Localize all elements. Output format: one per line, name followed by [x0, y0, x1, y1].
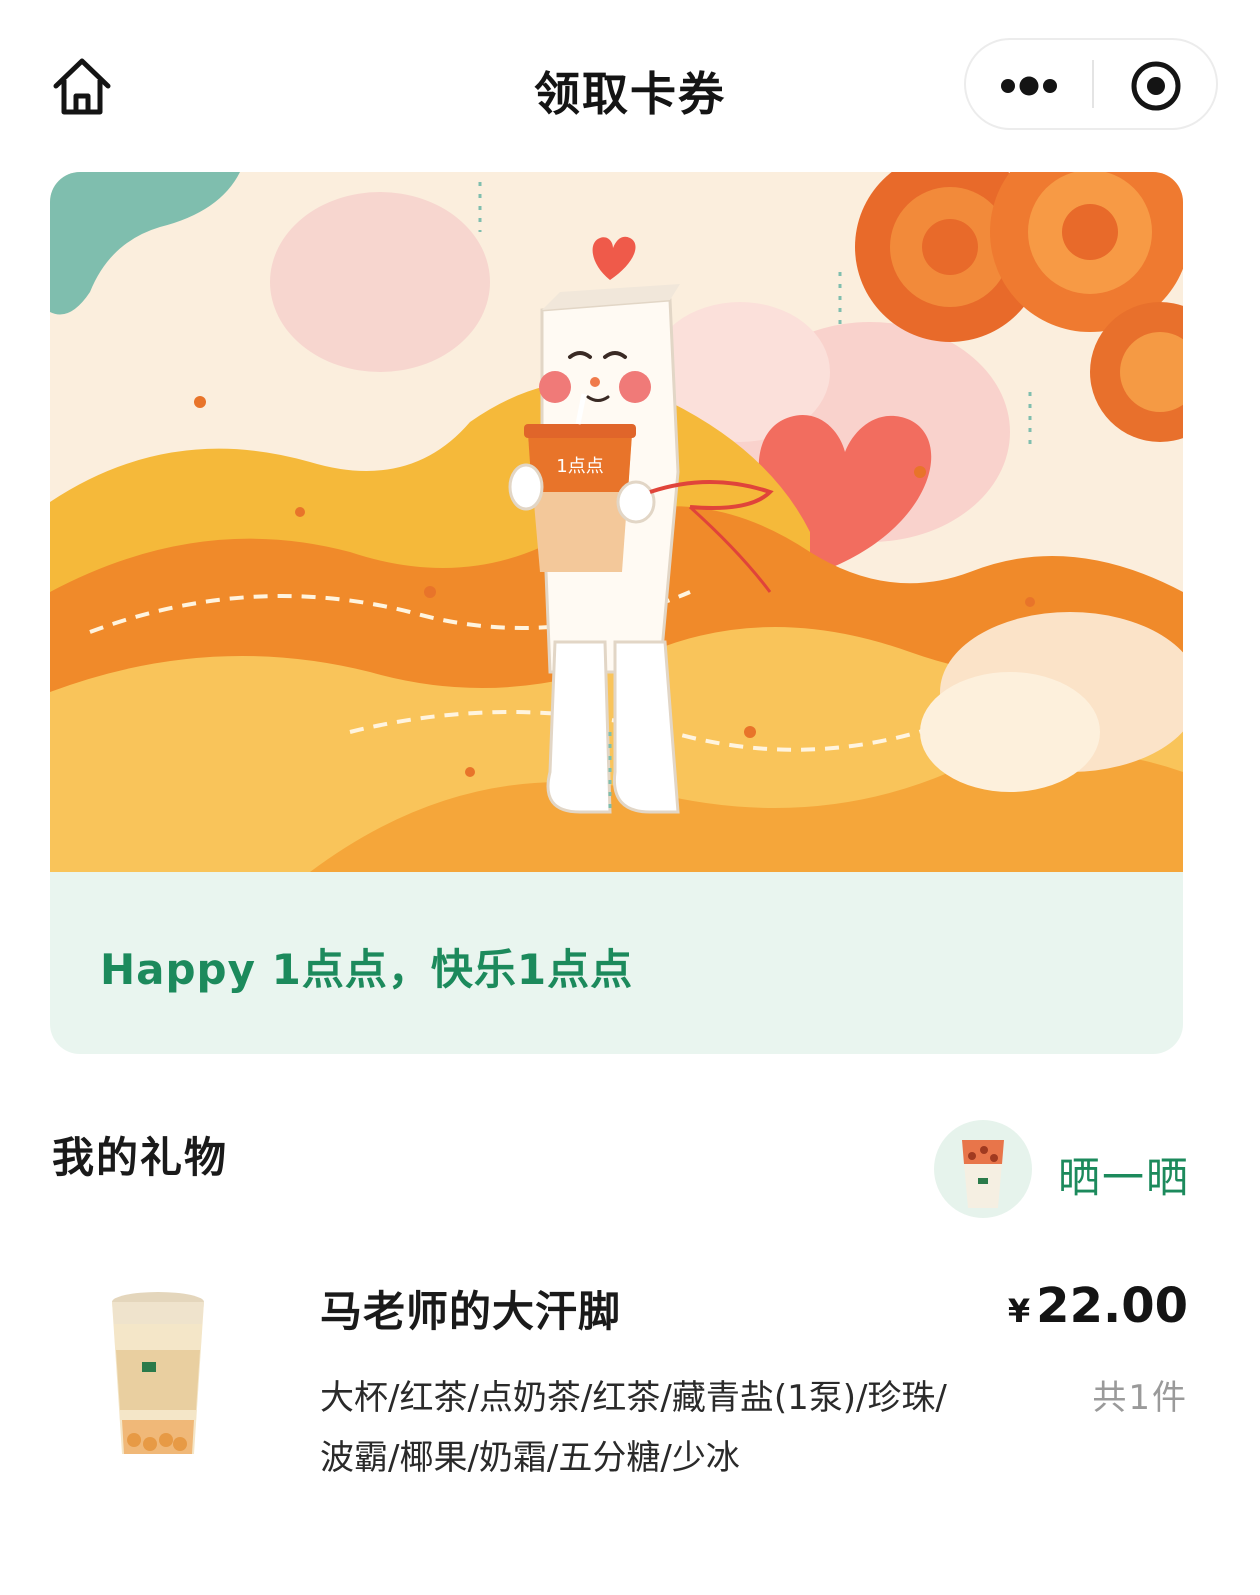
mini-program-capsule [964, 38, 1218, 130]
price-currency: ¥ [1007, 1292, 1031, 1330]
product-name: 马老师的大汗脚 [320, 1287, 622, 1336]
section-title: 我的礼物 [52, 1133, 229, 1182]
product-spec: 大杯/红茶/点奶茶/红茶/藏青盐(1泵)/珍珠/波霸/椰果/奶霜/五分糖/少冰 [320, 1378, 947, 1478]
share-button[interactable]: 晒一晒 [934, 1120, 1204, 1220]
product-image [100, 1290, 216, 1466]
share-product-thumbnail [934, 1120, 1032, 1218]
nav-bar: 领取卡券 [0, 0, 1260, 170]
share-label: 晒一晒 [1058, 1153, 1191, 1202]
page: 领取卡券 1点点 Happy 1点点，快乐1点点 我的礼物 晒一晒 马老师的大汗… [0, 0, 1260, 1595]
close-button[interactable] [1094, 40, 1218, 128]
more-dots-icon [1001, 76, 1057, 96]
gift-card[interactable]: 1点点 Happy 1点点，快乐1点点 [50, 172, 1183, 1054]
card-message: Happy 1点点，快乐1点点 [100, 945, 634, 994]
product-item[interactable]: 马老师的大汗脚 大杯/红茶/点奶茶/红茶/藏青盐(1泵)/珍珠/波霸/椰果/奶霜… [0, 1250, 1260, 1530]
product-price: ¥22.00 [1008, 1278, 1188, 1334]
card-illustration: 1点点 [50, 172, 1183, 872]
price-value: 22.00 [1036, 1278, 1188, 1334]
cup-logo-text: 1点点 [556, 456, 603, 477]
product-quantity: 共1件 [1092, 1378, 1188, 1418]
target-circle-icon [1131, 61, 1181, 111]
more-button[interactable] [966, 40, 1092, 128]
